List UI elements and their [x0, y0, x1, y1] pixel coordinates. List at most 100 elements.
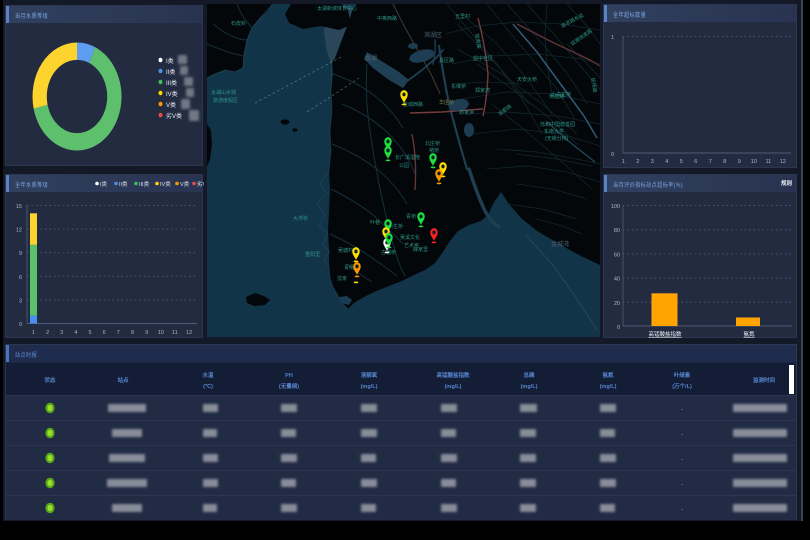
- svg-text:II类: II类: [119, 180, 128, 188]
- svg-text:IV类: IV类: [160, 180, 171, 188]
- svg-text:(万个/L): (万个/L): [672, 382, 692, 390]
- svg-text:4: 4: [665, 159, 668, 165]
- svg-text:重阳里: 重阳里: [305, 251, 320, 258]
- svg-text:20: 20: [614, 301, 620, 307]
- svg-text:监测时间: 监测时间: [753, 376, 776, 384]
- svg-text:15: 15: [16, 204, 22, 210]
- svg-text:吴塘村: 吴塘村: [338, 247, 353, 254]
- svg-text:烁和中国慈善园: 烁和中国慈善园: [540, 121, 575, 128]
- svg-text:氨氮: 氨氮: [743, 330, 755, 338]
- svg-text:2: 2: [636, 159, 639, 165]
- svg-text:5: 5: [88, 330, 91, 336]
- svg-text:12: 12: [780, 159, 786, 165]
- svg-text:6: 6: [103, 330, 106, 336]
- svg-text:金城湾: 金城湾: [551, 240, 569, 248]
- svg-text:小白龙桥: 小白龙桥: [551, 91, 571, 98]
- svg-text:0: 0: [617, 325, 620, 331]
- svg-text:(无锡分校): (无锡分校): [545, 135, 569, 142]
- svg-text:东南大学: 东南大学: [544, 128, 564, 135]
- svg-text:氨氮: 氨氮: [602, 371, 614, 379]
- svg-text:III类: III类: [166, 79, 177, 87]
- svg-text:0: 0: [611, 152, 614, 158]
- svg-text:I类: I类: [166, 57, 174, 65]
- svg-text:郎家浜: 郎家浜: [459, 109, 474, 116]
- svg-text:7: 7: [117, 330, 120, 336]
- svg-text:-: -: [681, 507, 683, 513]
- svg-text:-: -: [681, 407, 683, 413]
- svg-text:7: 7: [709, 159, 712, 165]
- svg-text:总磷: 总磷: [523, 371, 535, 379]
- svg-text:劣V类: 劣V类: [197, 180, 204, 188]
- svg-text:9: 9: [738, 159, 741, 165]
- svg-text:艺术宫: 艺术宫: [404, 242, 419, 249]
- svg-text:太湖山水城: 太湖山水城: [211, 89, 236, 96]
- svg-text:3: 3: [19, 298, 22, 304]
- svg-text:旅游度假区: 旅游度假区: [213, 97, 238, 104]
- svg-text:5: 5: [680, 159, 683, 165]
- svg-text:大浮桥: 大浮桥: [293, 215, 308, 222]
- svg-text:100: 100: [611, 204, 620, 210]
- svg-text:III类: III类: [139, 180, 150, 188]
- svg-text:3: 3: [60, 330, 63, 336]
- svg-text:80: 80: [614, 228, 620, 234]
- svg-text:1: 1: [32, 330, 35, 336]
- svg-text:V类: V类: [180, 180, 190, 188]
- svg-text:华庄桥: 华庄桥: [439, 99, 454, 106]
- svg-text:-: -: [681, 457, 683, 463]
- svg-text:沈家: 沈家: [337, 275, 347, 282]
- svg-text:石皮岭: 石皮岭: [231, 20, 246, 27]
- svg-text:PH: PH: [285, 373, 293, 379]
- svg-text:(mg/L): (mg/L): [361, 384, 378, 390]
- svg-text:滨湖区: 滨湖区: [424, 31, 442, 39]
- svg-text:IV类: IV类: [166, 90, 178, 98]
- svg-text:1: 1: [611, 35, 614, 41]
- svg-text:(mg/L): (mg/L): [600, 384, 617, 390]
- svg-text:高锰酸盐指数: 高锰酸盐指数: [648, 330, 682, 338]
- svg-text:V类: V类: [166, 101, 176, 109]
- svg-text:望中社区: 望中社区: [473, 55, 493, 62]
- svg-text:具区路: 具区路: [439, 57, 454, 64]
- svg-text:吴溪文化: 吴溪文化: [400, 234, 420, 241]
- svg-text:4: 4: [74, 330, 77, 336]
- svg-text:状态: 状态: [44, 376, 56, 384]
- svg-text:叶绿素: 叶绿素: [674, 371, 691, 379]
- svg-text:-: -: [681, 432, 683, 438]
- svg-text:天安大桥: 天安大桥: [517, 76, 537, 83]
- svg-text:3: 3: [651, 159, 654, 165]
- svg-text:(无量纲): (无量纲): [279, 382, 299, 390]
- svg-text:太湖新城体育中心: 太湖新城体育中心: [317, 5, 357, 12]
- svg-text:8: 8: [723, 159, 726, 165]
- svg-text:(℃): (℃): [203, 383, 213, 390]
- svg-text:郑家湾: 郑家湾: [475, 87, 490, 94]
- svg-text:-: -: [681, 482, 683, 488]
- svg-text:(mg/L): (mg/L): [445, 384, 462, 390]
- svg-text:40: 40: [614, 277, 620, 283]
- svg-text:10: 10: [751, 159, 757, 165]
- svg-text:6: 6: [694, 159, 697, 165]
- svg-text:长广溪湿地: 长广溪湿地: [395, 154, 420, 161]
- svg-text:10: 10: [158, 330, 164, 336]
- svg-text:东绛桥: 东绛桥: [451, 83, 466, 90]
- svg-text:站点: 站点: [117, 376, 129, 384]
- svg-text:II类: II类: [166, 68, 175, 76]
- svg-text:0: 0: [19, 322, 22, 328]
- svg-text:北庄桥: 北庄桥: [425, 140, 440, 147]
- svg-text:叶巷: 叶巷: [370, 219, 380, 226]
- svg-text:1: 1: [622, 159, 625, 165]
- svg-text:公园: 公园: [399, 163, 409, 169]
- svg-text:高锰酸盐指数: 高锰酸盐指数: [436, 371, 470, 379]
- svg-text:中奥西路: 中奥西路: [377, 15, 397, 22]
- svg-text:11: 11: [172, 330, 178, 336]
- svg-text:褚桥: 褚桥: [429, 147, 439, 154]
- svg-text:12: 12: [16, 228, 22, 234]
- svg-text:蠡湖: 蠡湖: [365, 54, 377, 62]
- svg-text:五里村: 五里村: [455, 13, 470, 20]
- svg-text:6: 6: [19, 275, 22, 281]
- svg-text:60: 60: [614, 252, 620, 258]
- svg-text:溶解氧: 溶解氧: [361, 371, 378, 379]
- svg-text:青桥: 青桥: [406, 213, 416, 220]
- svg-text:12: 12: [186, 330, 192, 336]
- svg-text:(mg/L): (mg/L): [521, 384, 538, 390]
- svg-text:I类: I类: [100, 180, 108, 188]
- svg-text:8: 8: [131, 330, 134, 336]
